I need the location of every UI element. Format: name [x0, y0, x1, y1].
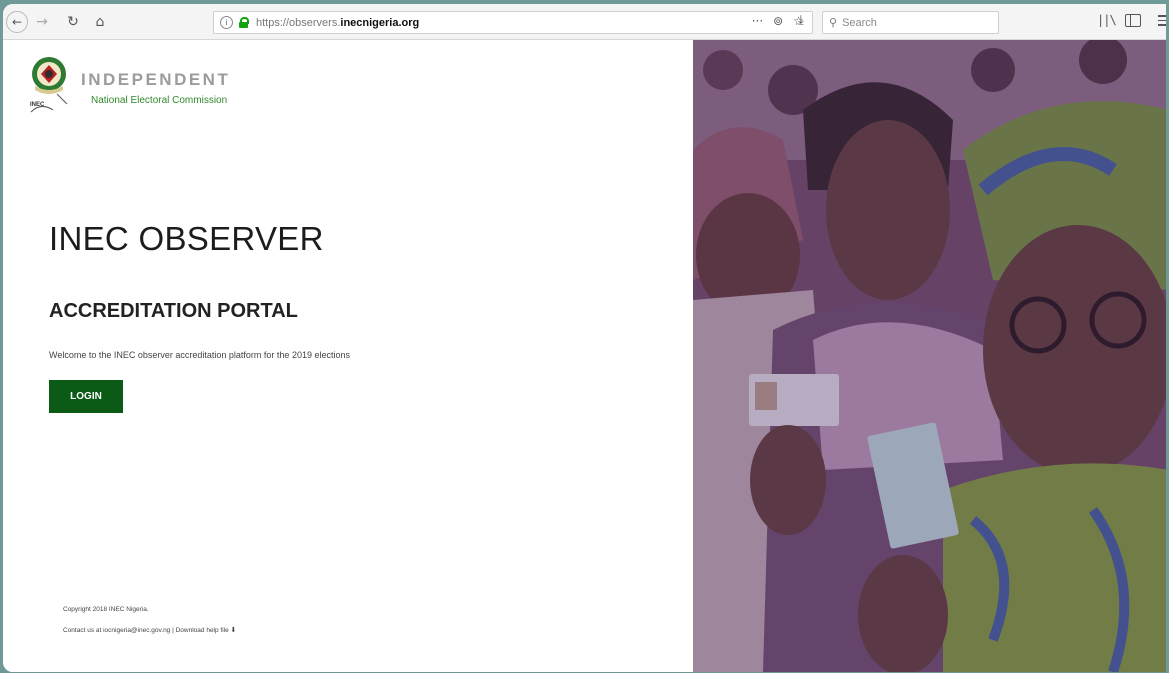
login-button[interactable]: LOGIN	[49, 380, 123, 413]
page-title: INEC OBSERVER	[49, 220, 324, 257]
page-subtitle: ACCREDITATION PORTAL	[49, 300, 298, 322]
forward-icon[interactable]: →	[34, 12, 50, 32]
reload-icon[interactable]: ↻	[65, 12, 81, 32]
welcome-text: Welcome to the INEC observer accreditati…	[49, 350, 350, 360]
download-help-link[interactable]: Download help file	[176, 627, 229, 634]
url-subdomain: observers.	[289, 16, 341, 29]
page-content: INEC INDEPENDENT National Electoral Comm…	[3, 40, 1169, 672]
lock-icon	[239, 17, 249, 28]
pocket-icon[interactable]: ⊚	[773, 14, 783, 28]
logo-text: INEC	[30, 102, 45, 108]
address-bar[interactable]: i https://observers.inecnigeria.org ··· …	[213, 11, 813, 34]
inec-logo: INEC	[30, 57, 68, 113]
search-input[interactable]: ⚲ Search	[822, 11, 999, 34]
url-scheme: https://	[256, 16, 290, 29]
contact-line: Contact us at iocnigeria@inec.gov.ng | D…	[63, 626, 236, 634]
browser-window: ← → ↻ ⌂ i https://observers.inecnigeria.…	[3, 4, 1169, 672]
home-icon[interactable]: ⌂	[91, 12, 109, 32]
sidebar-toggle-icon[interactable]	[1125, 14, 1141, 27]
contact-email-link[interactable]: iocnigeria@inec.gov.ng	[103, 627, 170, 634]
hero-photo-illustration	[693, 40, 1169, 672]
download-icon[interactable]: ⤓	[798, 13, 804, 28]
hero-photo	[693, 40, 1169, 672]
contact-prefix: Contact us at	[63, 627, 104, 634]
back-icon[interactable]: ←	[6, 11, 28, 33]
search-placeholder: Search	[842, 16, 877, 29]
copyright-text: Copyright 2018 INEC Nigeria.	[63, 606, 149, 613]
url-host: inecnigeria.org	[340, 16, 420, 29]
info-icon[interactable]: i	[220, 16, 233, 29]
brand-name: INDEPENDENT	[81, 70, 231, 89]
library-icon[interactable]: ||\	[1097, 13, 1117, 27]
brand-subtitle: National Electoral Commission	[91, 95, 228, 106]
search-icon: ⚲	[829, 16, 838, 29]
download-help-icon[interactable]: ⬇	[231, 626, 237, 634]
left-panel: INEC INDEPENDENT National Electoral Comm…	[3, 40, 693, 672]
browser-toolbar: ← → ↻ ⌂ i https://observers.inecnigeria.…	[3, 4, 1169, 40]
page-actions-icon[interactable]: ···	[752, 14, 763, 28]
url-text[interactable]: https://observers.inecnigeria.org	[256, 17, 419, 29]
